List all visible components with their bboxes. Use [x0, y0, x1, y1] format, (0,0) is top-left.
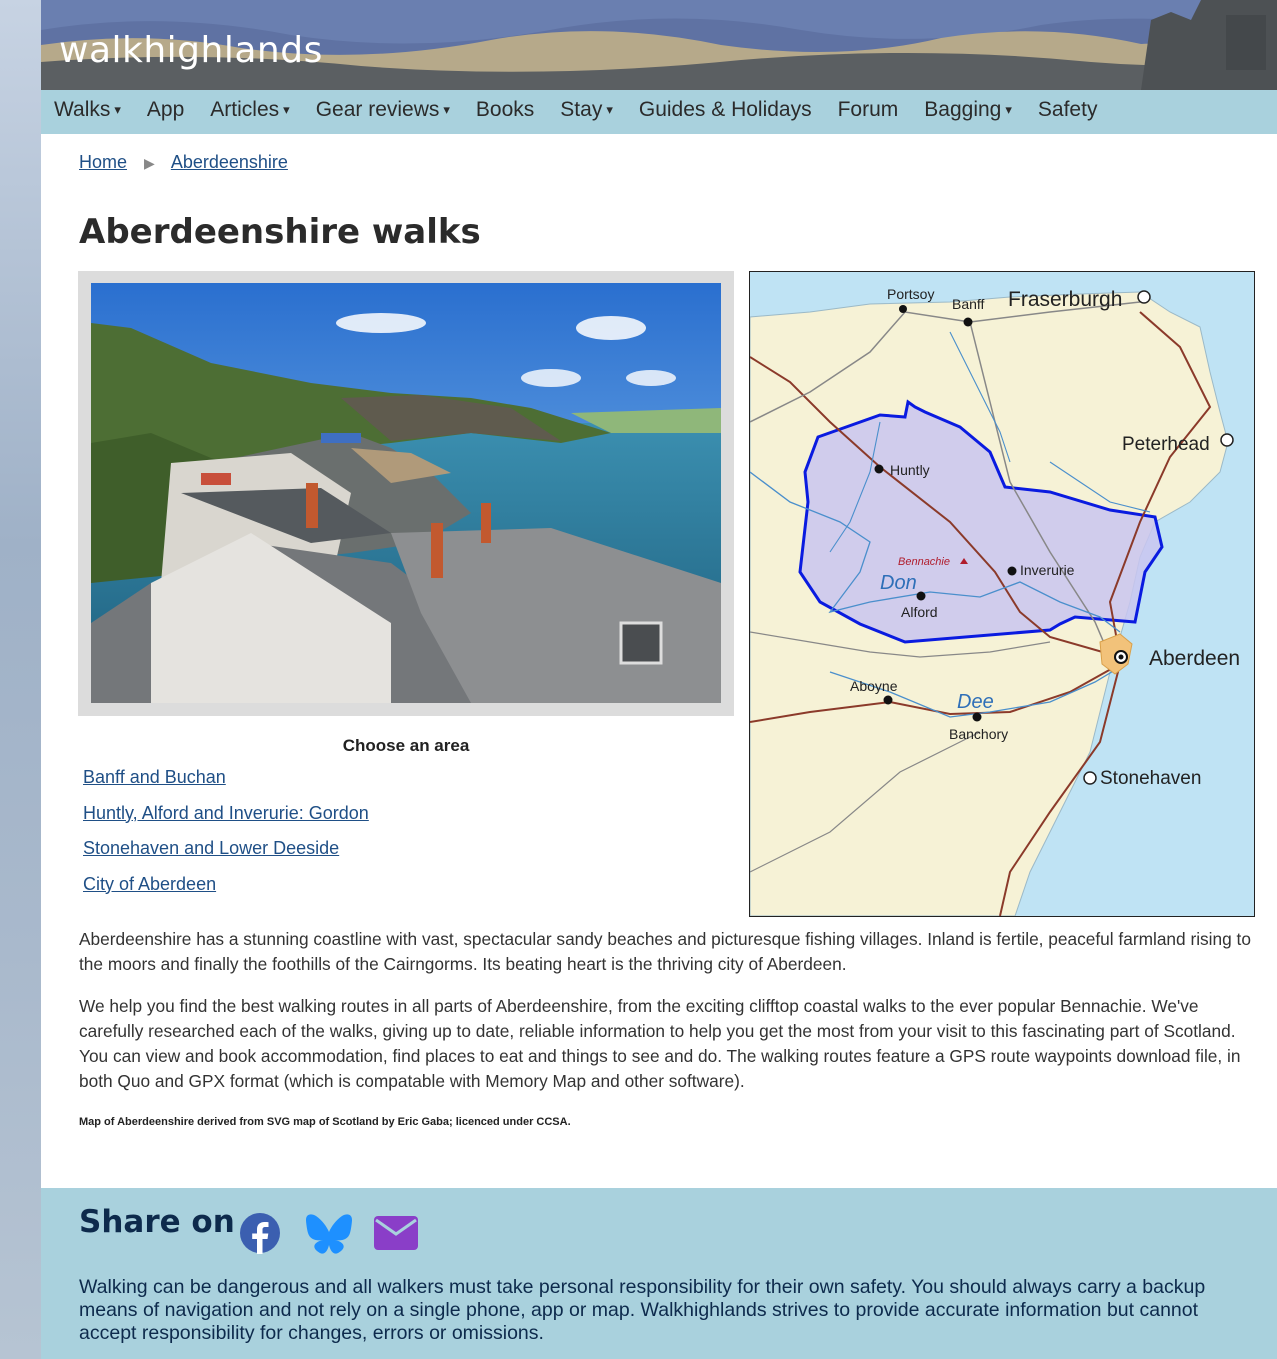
- footer: Share on Walking can be dangerous and al…: [41, 1188, 1277, 1359]
- safety-disclaimer: Walking can be dangerous and all walkers…: [79, 1276, 1206, 1344]
- nav-item-label: Books: [475, 98, 535, 121]
- chevron-down-icon: ▾: [114, 102, 121, 117]
- photo-frame: [78, 271, 734, 716]
- map-label-huntly: Huntly: [890, 462, 930, 478]
- breadcrumb-home-link[interactable]: Home: [79, 152, 127, 172]
- map-label-dee: Dee: [957, 691, 994, 713]
- area-list: Banff and Buchan Huntly, Alford and Inver…: [83, 767, 369, 909]
- nav-item-label: Guides & Holidays: [638, 98, 812, 121]
- bluesky-icon[interactable]: [305, 1212, 353, 1259]
- map-label-portsoy: Portsoy: [887, 286, 934, 302]
- intro-paragraph-2: We help you find the best walking routes…: [79, 996, 1241, 1091]
- map-label-aboyne: Aboyne: [850, 678, 898, 694]
- nav-item-label: Stay: [560, 98, 603, 121]
- email-icon[interactable]: [374, 1216, 418, 1255]
- nav-item-label: Safety: [1037, 98, 1098, 121]
- nav-item-forum[interactable]: Forum: [825, 90, 912, 134]
- map-label-bennachie: Bennachie: [898, 556, 950, 568]
- map-label-peterhead: Peterhead: [1122, 434, 1210, 455]
- nav-item-guides-holidays[interactable]: Guides & Holidays: [626, 90, 825, 134]
- list-item: City of Aberdeen: [83, 874, 369, 910]
- list-item: Huntly, Alford and Inverurie: Gordon: [83, 803, 369, 839]
- nav-item-walks[interactable]: Walks ▾: [41, 90, 134, 134]
- map-svg: Portsoy Banff Fraserburgh Peterhead Hunt…: [750, 272, 1254, 916]
- nav-item-label: App: [146, 98, 185, 121]
- map-label-don: Don: [880, 572, 917, 594]
- map-label-aberdeen: Aberdeen: [1149, 647, 1240, 670]
- nav-item-label: Bagging: [924, 98, 1002, 121]
- nav-item-app[interactable]: App: [134, 90, 197, 134]
- nav-list: Walks ▾ App Articles ▾ Gear reviews ▾ Books Stay…: [41, 90, 1110, 134]
- nav-item-stay[interactable]: Stay ▾: [547, 90, 626, 134]
- site-logo[interactable]: walkhighlands: [59, 30, 323, 71]
- intro-paragraph-1: Aberdeenshire has a stunning coastline w…: [79, 929, 1251, 974]
- list-item: Stonehaven and Lower Deeside: [83, 838, 369, 874]
- list-item: Banff and Buchan: [83, 767, 369, 803]
- facebook-icon[interactable]: [239, 1212, 281, 1259]
- map-label-fraserburgh: Fraserburgh: [1008, 288, 1122, 311]
- map-label-banchory: Banchory: [949, 726, 1008, 742]
- map-label-stonehaven: Stonehaven: [1100, 768, 1201, 789]
- nav-item-label: Walks: [54, 98, 111, 121]
- coastal-village-photo: [91, 283, 721, 703]
- header-banner: walkhighlands: [41, 0, 1277, 90]
- area-link[interactable]: Stonehaven and Lower Deeside: [83, 838, 339, 858]
- chevron-down-icon: ▾: [283, 102, 290, 117]
- map-label-alford: Alford: [901, 604, 938, 620]
- breadcrumb-separator-icon: ▶: [144, 155, 155, 171]
- area-link[interactable]: Huntly, Alford and Inverurie: Gordon: [83, 803, 369, 823]
- map-label-banff: Banff: [952, 296, 985, 312]
- chevron-down-icon: ▾: [606, 102, 613, 117]
- page-container: walkhighlands Walks ▾ App Articles ▾ Gear rev…: [41, 0, 1277, 1359]
- nav-item-label: Forum: [837, 98, 899, 121]
- breadcrumb-current-link[interactable]: Aberdeenshire: [171, 152, 288, 172]
- nav-item-gear-reviews[interactable]: Gear reviews ▾: [303, 90, 463, 134]
- breadcrumb: Home ▶ Aberdeenshire: [79, 152, 288, 173]
- nav-item-articles[interactable]: Articles ▾: [197, 90, 302, 134]
- aberdeenshire-map[interactable]: Portsoy Banff Fraserburgh Peterhead Hunt…: [749, 271, 1255, 917]
- share-title: Share on: [79, 1204, 235, 1240]
- choose-area-heading: Choose an area: [342, 736, 470, 755]
- chevron-down-icon: ▾: [1005, 102, 1012, 117]
- chevron-down-icon: ▾: [443, 102, 450, 117]
- nav-item-label: Gear reviews: [315, 98, 440, 121]
- nav-item-bagging[interactable]: Bagging ▾: [911, 90, 1025, 134]
- nav-item-books[interactable]: Books: [463, 90, 547, 134]
- nav-item-safety[interactable]: Safety: [1025, 90, 1111, 134]
- main-nav: Walks ▾ App Articles ▾ Gear reviews ▾ Books Stay…: [41, 90, 1277, 134]
- map-credit: Map of Aberdeenshire derived from SVG ma…: [79, 1116, 571, 1128]
- nav-item-label: Articles: [210, 98, 280, 121]
- area-link[interactable]: City of Aberdeen: [83, 874, 216, 894]
- map-label-inverurie: Inverurie: [1020, 562, 1075, 578]
- page-title: Aberdeenshire walks: [79, 212, 481, 252]
- area-link[interactable]: Banff and Buchan: [83, 767, 226, 787]
